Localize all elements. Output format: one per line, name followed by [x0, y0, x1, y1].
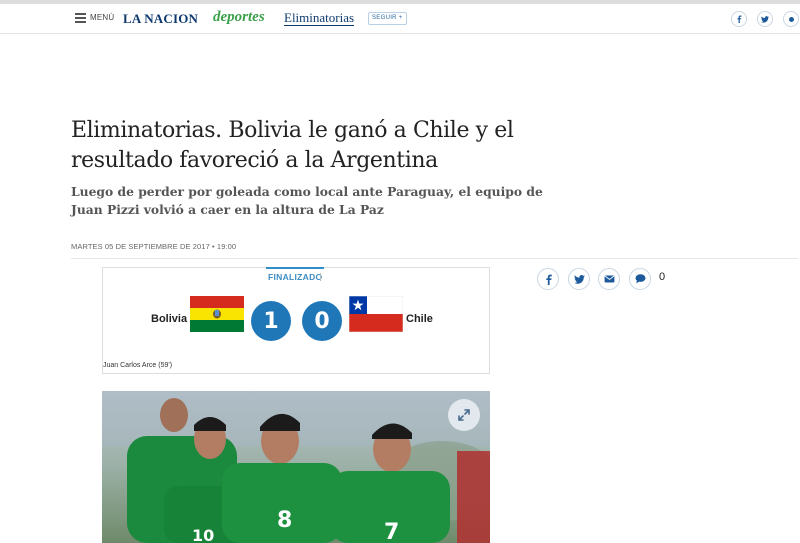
twitter-icon	[573, 274, 585, 284]
expand-photo-button[interactable]	[448, 399, 480, 431]
away-team-name: Chile	[406, 313, 433, 325]
follow-button[interactable]: SEGUIR +	[368, 12, 407, 25]
comment-count: 0	[659, 271, 666, 283]
facebook-icon	[737, 15, 742, 23]
match-status: FINALIZADO	[266, 267, 325, 285]
away-score: 0	[302, 301, 342, 341]
expand-icon	[458, 409, 470, 421]
status-separator	[320, 273, 321, 281]
twitter-icon	[761, 15, 769, 23]
home-team-name: Bolivia	[151, 313, 188, 325]
goal-scorer: Juan Carlos Arce (59')	[103, 362, 173, 369]
match-scoreboard[interactable]: FINALIZADO Bolivia 1 0 Chile Juan Carlos…	[102, 267, 490, 374]
hamburger-icon	[75, 13, 86, 23]
home-score: 1	[251, 301, 291, 341]
header-twitter-button[interactable]	[757, 11, 773, 27]
share-email-button[interactable]	[598, 268, 620, 290]
share-comment-button[interactable]	[629, 268, 651, 290]
section-link-eliminatorias[interactable]: Eliminatorias	[284, 11, 355, 26]
header-facebook-button[interactable]	[731, 11, 747, 27]
bolivia-flag-icon	[190, 296, 244, 332]
article-subhead: Luego de perder por goleada como local a…	[71, 184, 543, 217]
email-icon	[604, 275, 614, 283]
header-share-button[interactable]	[783, 11, 799, 27]
share-twitter-button[interactable]	[568, 268, 590, 290]
svg-text:10: 10	[192, 526, 214, 543]
svg-text:7: 7	[384, 520, 399, 543]
svg-text:8: 8	[277, 508, 292, 533]
chile-flag-icon	[349, 296, 403, 332]
comment-icon	[635, 274, 645, 284]
site-logo[interactable]: LA NACION	[123, 11, 198, 27]
share-icon	[788, 16, 794, 22]
menu-button[interactable]: MENÚ	[75, 13, 115, 23]
article-headline: Eliminatorias. Bolivia le ganó a Chile y…	[71, 118, 514, 173]
menu-label: MENÚ	[90, 13, 115, 22]
article-photo[interactable]: 8 7 10	[102, 391, 490, 543]
share-facebook-button[interactable]	[537, 268, 559, 290]
article-date: MARTES 05 DE SEPTIEMBRE DE 2017 • 19:00	[71, 242, 237, 251]
section-logo[interactable]: deportes	[213, 9, 265, 26]
divider	[71, 258, 798, 259]
facebook-icon	[545, 274, 552, 285]
site-header: MENÚ LA NACION deportes Eliminatorias SE…	[0, 4, 800, 34]
